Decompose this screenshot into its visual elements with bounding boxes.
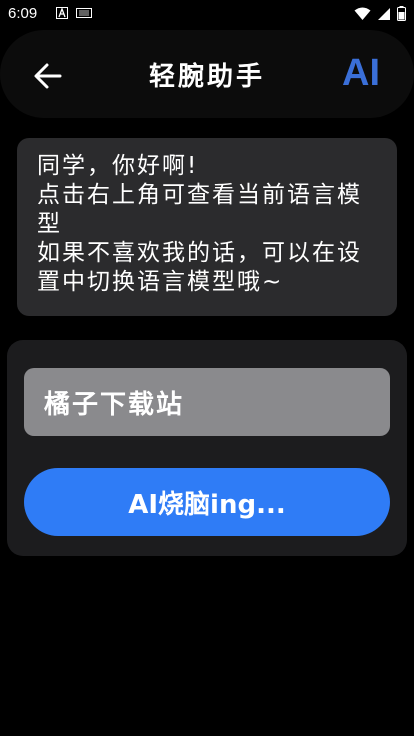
- notification-a-icon: [56, 7, 68, 19]
- notification-box-icon: [76, 8, 92, 18]
- input-panel: 橘子下载站 AI烧脑ing...: [7, 340, 407, 556]
- message-card: 同学，你好啊! 点击右上角可查看当前语言模型 如果不喜欢我的话，可以在设置中切换…: [17, 138, 397, 316]
- status-left-icons: [56, 7, 92, 19]
- app-header: 轻腕助手 AI: [0, 30, 414, 118]
- status-right-icons: [354, 6, 406, 21]
- signal-icon: [378, 7, 390, 20]
- status-time: 6:09: [8, 5, 38, 22]
- status-bar: 6:09: [0, 0, 414, 28]
- battery-icon: [397, 6, 406, 21]
- submit-button[interactable]: AI烧脑ing...: [24, 468, 390, 536]
- message-text: 同学，你好啊! 点击右上角可查看当前语言模型 如果不喜欢我的话，可以在设置中切换…: [37, 153, 362, 295]
- question-input[interactable]: 橘子下载站: [24, 368, 390, 436]
- wifi-icon: [354, 7, 371, 20]
- ai-model-button[interactable]: AI: [342, 52, 380, 95]
